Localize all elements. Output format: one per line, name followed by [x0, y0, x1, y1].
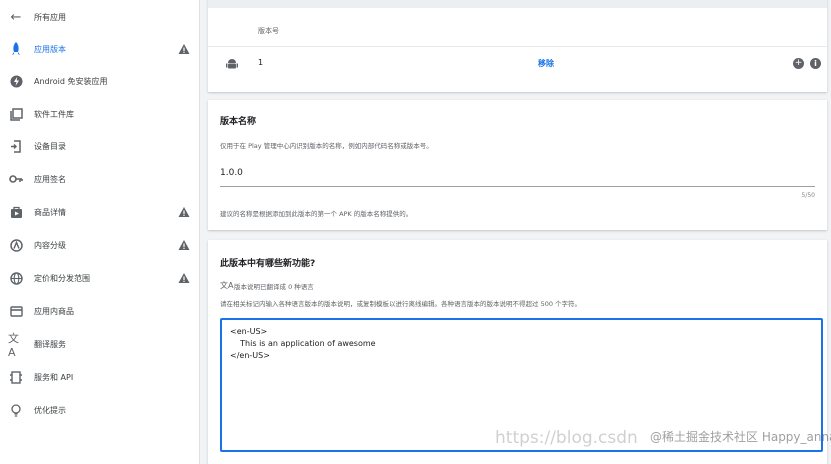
sidebar-item-device-catalog[interactable]: 设备目录	[0, 131, 200, 161]
sidebar-item-label: 应用版本	[34, 44, 66, 54]
sidebar-item-in-app-products[interactable]: 应用内商品	[0, 296, 200, 326]
release-name-underline	[220, 186, 815, 187]
sidebar-item-label: 设备目录	[34, 141, 66, 151]
info-icon[interactable]: i	[810, 58, 821, 69]
watermark-text: https://blog.csdn	[495, 428, 638, 448]
globe-icon	[8, 270, 24, 286]
release-name-title: 版本名称	[220, 117, 257, 127]
character-counter: 5/50	[801, 192, 815, 199]
key-icon	[8, 171, 24, 187]
sidebar-item-pricing-distribution[interactable]: 定价和分发范围	[0, 263, 200, 293]
sidebar-item-services-apis[interactable]: 服务和 API	[0, 362, 200, 392]
sidebar-item-label: Android 免安装应用	[34, 76, 108, 86]
sidebar-item-label: 优化提示	[34, 405, 66, 415]
card-icon	[8, 303, 24, 319]
sidebar-item-translation-services[interactable]: 文A 翻译服务	[0, 329, 200, 359]
warning-icon	[178, 207, 190, 217]
release-name-description: 仅用于在 Play 管理中心内识别版本的名称，例如内部代码名称或版本号。	[220, 142, 433, 150]
content-rating-icon	[8, 237, 24, 253]
instant-app-icon	[8, 73, 24, 89]
device-catalog-icon	[8, 138, 24, 154]
sidebar-item-instant-apps[interactable]: Android 免安装应用	[0, 66, 200, 96]
main-content: 版本号 1 移除 + i 版本名称 仅用于在 Play 管理中心内识别版本的名称…	[200, 0, 831, 464]
sidebar-item-label: 翻译服务	[34, 339, 66, 349]
sidebar-item-label: 应用内商品	[34, 306, 74, 316]
api-icon	[8, 369, 24, 385]
remove-button[interactable]: 移除	[538, 58, 554, 69]
sidebar-item-optimization-tips[interactable]: 优化提示	[0, 395, 200, 425]
translate-icon: 文A	[220, 281, 234, 290]
store-listing-icon	[8, 204, 24, 220]
rocket-icon	[8, 41, 24, 57]
sidebar-item-label: 应用签名	[34, 174, 66, 184]
release-name-card: 版本名称 仅用于在 Play 管理中心内识别版本的名称，例如内部代码名称或版本号…	[208, 100, 827, 230]
sidebar-item-app-signing[interactable]: 应用签名	[0, 164, 200, 194]
watermark-overlay: @稀土掘金技术社区 Happy_annan	[650, 430, 831, 444]
warning-icon	[178, 240, 190, 250]
warning-icon	[178, 44, 190, 54]
arrow-back-icon: ←	[10, 9, 22, 25]
release-notes-title: 此版本中有哪些新功能?	[220, 259, 316, 269]
sidebar-item-label: 软件工件库	[34, 109, 74, 119]
release-name-input[interactable]: 1.0.0	[220, 168, 243, 178]
release-name-hint: 建议的名称是根据添加到此版本的第一个 APK 的版本名称提供的。	[220, 210, 413, 218]
translation-status: 版本说明已翻译成 0 种语言	[234, 283, 314, 291]
version-table-card: 版本号 1 移除 + i	[208, 0, 827, 92]
sidebar-item-label: 内容分级	[34, 240, 66, 250]
library-icon	[8, 106, 24, 122]
translate-icon: 文A	[8, 331, 19, 359]
sidebar-item-artifact-library[interactable]: 软件工件库	[0, 99, 200, 129]
release-notes-description: 请在相关标记内输入各种语言版本的版本说明，或复制模板以进行离线编辑。各种语言版本…	[220, 300, 582, 308]
sidebar-item-label: 所有应用	[34, 12, 66, 22]
add-circle-icon[interactable]: +	[793, 58, 804, 69]
android-icon	[226, 59, 238, 69]
sidebar-item-label: 定价和分发范围	[34, 273, 90, 283]
warning-icon	[178, 273, 190, 283]
version-code-column-header: 版本号	[258, 27, 279, 35]
sidebar-item-app-releases[interactable]: 应用版本	[0, 34, 200, 64]
sidebar: ← 所有应用 应用版本 Android 免安装应用 软件工件库 设备目录 应用签…	[0, 0, 200, 464]
version-code-value: 1	[258, 58, 264, 67]
sidebar-item-all-apps[interactable]: ← 所有应用	[0, 2, 200, 32]
sidebar-item-label: 商品详情	[34, 207, 66, 217]
table-top-bar	[208, 0, 827, 8]
lightbulb-icon	[8, 402, 24, 418]
table-divider	[208, 46, 827, 47]
sidebar-item-content-rating[interactable]: 内容分级	[0, 230, 200, 260]
sidebar-item-store-listing[interactable]: 商品详情	[0, 197, 200, 227]
sidebar-item-label: 服务和 API	[34, 372, 74, 382]
